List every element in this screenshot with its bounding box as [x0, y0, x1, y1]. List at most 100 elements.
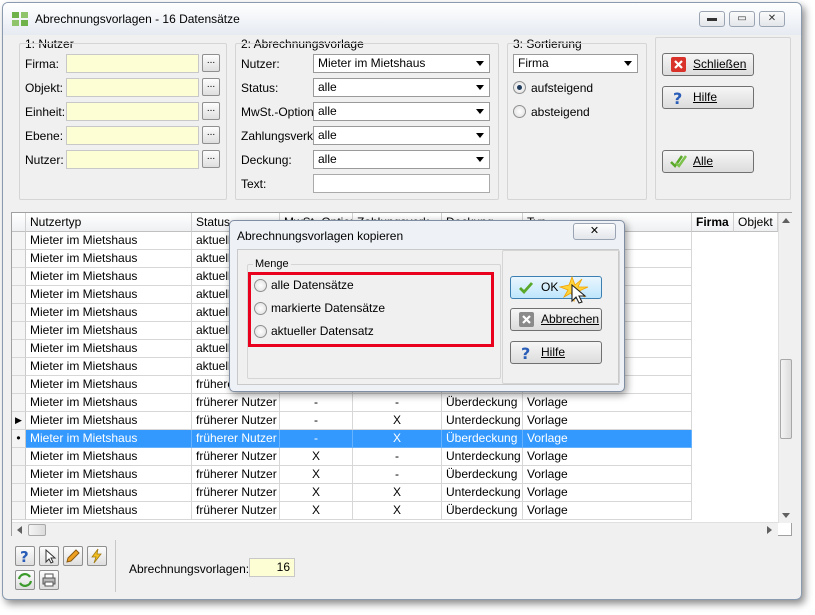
ebene-browse-button[interactable]: ...	[202, 126, 220, 144]
zahlungsverk-label: Zahlungsverk.:	[241, 129, 320, 143]
cell-art: Vorlage	[523, 502, 692, 520]
cell-deckung: Unterdeckung	[442, 448, 523, 466]
table-row[interactable]: Mieter im Mietshaus früherer Nutzer X X Unte…	[12, 484, 692, 502]
objekt-browse-button[interactable]: ...	[202, 78, 220, 96]
refresh-icon	[17, 573, 33, 587]
print-tool-button[interactable]	[39, 570, 59, 590]
cancel-button[interactable]: Abbrechen	[510, 308, 602, 331]
action-tool-button[interactable]	[87, 546, 107, 566]
row-indicator[interactable]	[12, 502, 26, 520]
table-row[interactable]: ▶ Mieter im Mietshaus früherer Nutzer - X Unt…	[12, 412, 692, 430]
row-indicator[interactable]	[12, 340, 26, 358]
cell-deckung: Überdeckung	[442, 502, 523, 520]
sort-ascending-radio[interactable]	[513, 81, 526, 94]
col-header-firma[interactable]: Firma	[692, 213, 734, 232]
cancel-button-label: Abbrechen	[541, 312, 600, 326]
deckung-select[interactable]: alle	[313, 150, 490, 169]
firma-browse-button[interactable]: ...	[202, 54, 220, 72]
row-indicator[interactable]: •	[12, 430, 26, 448]
einheit-label: Einheit:	[25, 105, 66, 119]
cell-deckung: Überdeckung	[442, 466, 523, 484]
ebene-input[interactable]	[66, 126, 199, 145]
row-indicator[interactable]: ▶	[12, 412, 26, 430]
maximize-button[interactable]: ▭	[729, 11, 755, 27]
help-button[interactable]: ? Hilfe	[662, 86, 754, 109]
option-marked-radio[interactable]	[254, 302, 267, 315]
sort-descending-radio[interactable]	[513, 105, 526, 118]
einheit-input[interactable]	[66, 102, 199, 121]
sort-field-select[interactable]: Firma	[513, 54, 638, 73]
row-indicator[interactable]	[12, 466, 26, 484]
nutzer-browse-button[interactable]: ...	[202, 150, 220, 168]
row-indicator[interactable]	[12, 448, 26, 466]
row-indicator[interactable]	[12, 484, 26, 502]
table-row[interactable]: Mieter im Mietshaus früherer Nutzer - - Über…	[12, 394, 692, 412]
vertical-scrollbar[interactable]	[778, 213, 792, 523]
table-row[interactable]: Mieter im Mietshaus früherer Nutzer X - Unte…	[12, 448, 692, 466]
einheit-browse-button[interactable]: ...	[202, 102, 220, 120]
text-input[interactable]	[313, 174, 490, 193]
firma-input[interactable]	[66, 54, 199, 73]
cell-typ: Mieter im Mietshaus	[26, 340, 192, 358]
minimize-button[interactable]: ▬	[699, 11, 725, 27]
ok-button[interactable]: OK	[510, 275, 602, 304]
status-select[interactable]: alle	[313, 78, 490, 97]
cell-mwst: -	[280, 412, 353, 430]
row-indicator[interactable]	[12, 358, 26, 376]
nutzer-input[interactable]	[66, 150, 199, 169]
svg-text:?: ?	[673, 89, 682, 106]
row-indicator[interactable]	[12, 250, 26, 268]
scroll-down-arrow-icon[interactable]	[782, 513, 790, 519]
edit-tool-button[interactable]	[63, 546, 83, 566]
col-header-nutzertyp[interactable]: Nutzertyp	[26, 213, 192, 232]
row-indicator[interactable]	[12, 376, 26, 394]
help-button-label: Hilfe	[693, 90, 718, 104]
cell-typ: Mieter im Mietshaus	[26, 268, 192, 286]
table-row[interactable]: Mieter im Mietshaus früherer Nutzer X X Über…	[12, 502, 692, 520]
horizontal-scroll-thumb[interactable]	[28, 524, 46, 536]
close-window-button[interactable]: ✕	[759, 11, 785, 27]
chevron-down-icon	[476, 133, 484, 138]
cell-typ: Mieter im Mietshaus	[26, 430, 192, 448]
close-x-icon	[671, 57, 686, 72]
cell-mwst: -	[280, 394, 353, 412]
select-tool-button[interactable]	[39, 546, 59, 566]
close-button[interactable]: Schließen	[662, 53, 754, 76]
cell-typ: Mieter im Mietshaus	[26, 412, 192, 430]
row-indicator[interactable]	[12, 304, 26, 322]
horizontal-scrollbar[interactable]	[12, 522, 778, 536]
refresh-tool-button[interactable]	[15, 570, 35, 590]
mwst-select[interactable]: alle	[313, 102, 490, 121]
cancel-x-icon	[519, 312, 534, 327]
row-indicator[interactable]	[12, 268, 26, 286]
cell-status: früherer Nutzer	[192, 466, 280, 484]
zahlungsverk-select[interactable]: alle	[313, 126, 490, 145]
vertical-scroll-thumb[interactable]	[780, 359, 792, 439]
option-current-radio[interactable]	[254, 325, 267, 338]
table-row[interactable]: Mieter im Mietshaus früherer Nutzer X - Über…	[12, 466, 692, 484]
cell-typ: Mieter im Mietshaus	[26, 286, 192, 304]
help-icon: ?	[673, 89, 682, 106]
cell-typ: Mieter im Mietshaus	[26, 232, 192, 250]
dialog-body: Menge alle Datensätze markierte Datensät…	[237, 249, 620, 385]
option-all-radio[interactable]	[254, 279, 267, 292]
dialog-help-button[interactable]: ? Hilfe	[510, 341, 602, 364]
objekt-input[interactable]	[66, 78, 199, 97]
scroll-up-arrow-icon[interactable]	[782, 217, 790, 223]
col-header-objekt[interactable]: Objekt	[734, 213, 778, 232]
cell-mwst: X	[280, 484, 353, 502]
nutzer-label: Nutzer:	[25, 153, 64, 167]
table-row[interactable]: • Mieter im Mietshaus früherer Nutzer - X Übe…	[12, 430, 692, 448]
row-indicator[interactable]	[12, 286, 26, 304]
row-indicator[interactable]	[12, 322, 26, 340]
scroll-right-arrow-icon[interactable]	[767, 526, 773, 534]
row-indicator[interactable]	[12, 232, 26, 250]
vorlage-nutzer-select[interactable]: Mieter im Mietshaus	[313, 54, 490, 73]
app-icon	[12, 12, 28, 26]
scroll-left-arrow-icon[interactable]	[16, 526, 22, 534]
row-indicator[interactable]	[12, 394, 26, 412]
dialog-close-button[interactable]: ✕	[573, 223, 616, 240]
help-tool-button[interactable]: ?	[15, 546, 35, 566]
all-button[interactable]: Alle	[662, 150, 754, 173]
grid-corner	[12, 213, 26, 232]
